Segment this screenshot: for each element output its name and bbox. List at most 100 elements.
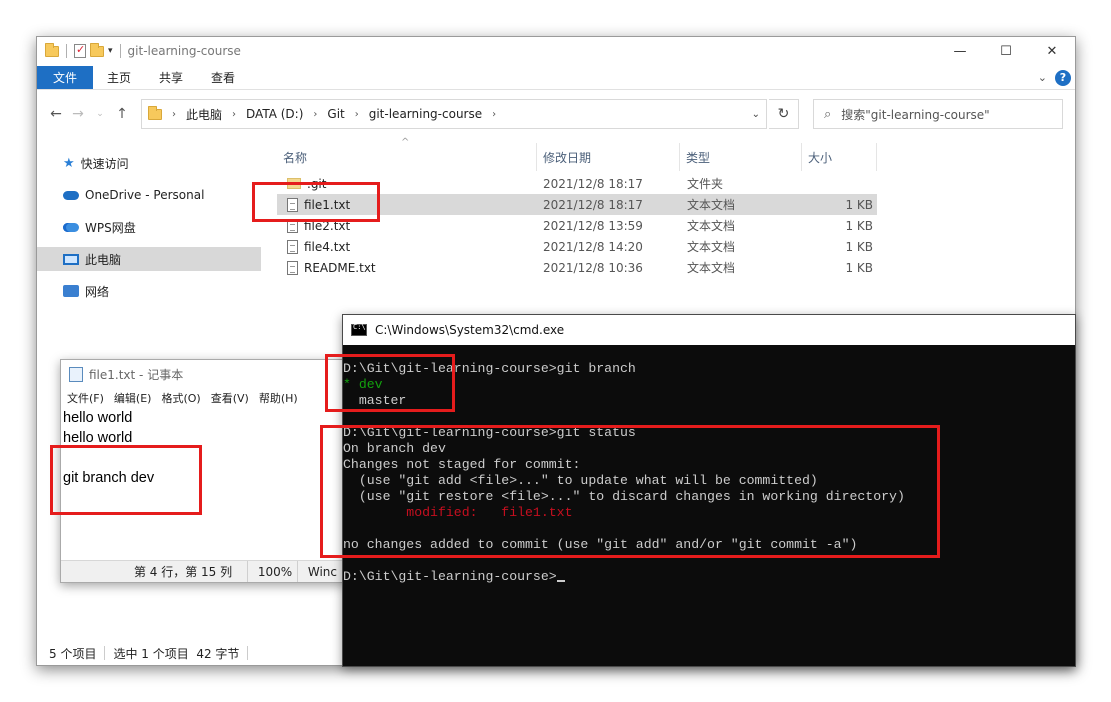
file-size: 1 KB [845, 260, 873, 275]
column-header-date[interactable]: 修改日期 [537, 143, 680, 171]
nav-item-quick-access[interactable]: ★ 快速访问 [37, 147, 265, 179]
file-row[interactable]: file4.txt 2021/12/8 14:20 文本文档 1 KB [277, 236, 877, 257]
close-button[interactable]: ✕ [1029, 37, 1075, 65]
nav-item-label: 此电脑 [85, 252, 122, 267]
expand-ribbon-icon[interactable]: ⌄ [1038, 71, 1047, 84]
nav-item-network[interactable]: 网络 [37, 275, 265, 307]
tab-file[interactable]: 文件 [37, 66, 94, 89]
recent-dropdown-icon[interactable]: ⌄ [89, 109, 111, 119]
file-date: 2021/12/8 13:59 [543, 218, 643, 233]
annotation-box-git-branch [325, 354, 455, 412]
search-icon: ⌕ [824, 106, 832, 122]
file-name-cell: file4.txt [287, 239, 351, 254]
navigation-bar: ← → ⌄ ↑ › 此电脑 › DATA (D:) › Git › git-le… [37, 99, 1075, 129]
file-type: 文本文档 [687, 198, 736, 212]
tab-home[interactable]: 主页 [93, 66, 145, 89]
annotation-box-file1 [252, 182, 380, 222]
annotation-box-notepad-text [50, 445, 202, 515]
file-name: file4.txt [304, 239, 351, 254]
explorer-titlebar: ▾ git-learning-course — ☐ ✕ [37, 37, 1075, 65]
annotation-box-git-status [320, 425, 940, 558]
quick-access-toolbar: ▾ [37, 42, 124, 58]
new-folder-icon[interactable] [90, 42, 104, 57]
cloud-icon [63, 190, 79, 200]
file-name-cell: README.txt [287, 260, 376, 275]
window-title: git-learning-course [127, 44, 241, 58]
cmd-title: C:\Windows\System32\cmd.exe [375, 323, 565, 337]
column-header-name[interactable]: 名称 [277, 143, 537, 171]
network-icon [63, 285, 79, 297]
text-file-icon [287, 239, 298, 254]
breadcrumb-git[interactable]: Git [327, 107, 344, 121]
file-size: 1 KB [845, 239, 873, 254]
folder-icon [45, 42, 59, 57]
menu-edit[interactable]: 编辑(E) [114, 390, 152, 406]
text-cursor [556, 580, 565, 582]
window-controls: — ☐ ✕ [937, 37, 1075, 65]
menu-format[interactable]: 格式(O) [161, 390, 200, 406]
properties-icon[interactable] [74, 43, 86, 58]
ribbon-right: ⌄ ? [1038, 66, 1075, 89]
notepad-status-bar: 第 4 行，第 15 列 100% Winc [61, 560, 347, 582]
file-date: 2021/12/8 14:20 [543, 239, 643, 254]
search-placeholder: 搜索"git-learning-course" [841, 107, 990, 122]
prompt-text: D:\Git\git-learning-course> [343, 569, 557, 584]
search-box[interactable]: ⌕ 搜索"git-learning-course" [813, 99, 1063, 129]
up-arrow-icon[interactable]: ↑ [111, 106, 133, 122]
breadcrumb-this-pc[interactable]: 此电脑 [186, 106, 222, 123]
nav-item-this-pc[interactable]: 此电脑 [37, 247, 261, 271]
menu-help[interactable]: 帮助(H) [259, 390, 298, 406]
nav-item-label: 网络 [85, 284, 110, 299]
menu-view[interactable]: 查看(V) [211, 390, 249, 406]
nav-item-onedrive[interactable]: OneDrive - Personal [37, 179, 265, 211]
file-date: 2021/12/8 18:17 [543, 197, 643, 212]
chevron-right-icon[interactable]: › [313, 109, 317, 120]
menu-file[interactable]: 文件(F) [67, 390, 104, 406]
tab-share[interactable]: 共享 [145, 66, 197, 89]
cmd-titlebar: C:\Windows\System32\cmd.exe [343, 315, 1075, 345]
customize-dropdown-icon[interactable]: ▾ [108, 46, 113, 56]
nav-item-label: 快速访问 [80, 156, 129, 171]
file-type: 文本文档 [687, 261, 736, 275]
folder-icon [148, 105, 162, 120]
status-bar: 5 个项目 选中 1 个项目 42 字节 [37, 641, 345, 665]
zoom-level: 100% [248, 560, 298, 582]
divider [66, 44, 67, 58]
chevron-right-icon[interactable]: › [355, 109, 359, 120]
minimize-button[interactable]: — [937, 37, 983, 65]
nav-item-label: WPS网盘 [85, 220, 136, 235]
column-header-size[interactable]: 大小 [802, 143, 877, 171]
maximize-button[interactable]: ☐ [983, 37, 1029, 65]
status-spacer [61, 561, 124, 583]
file-date: 2021/12/8 10:36 [543, 260, 643, 275]
nav-item-wps-drive[interactable]: WPS网盘 [37, 211, 265, 243]
file-size: 1 KB [845, 197, 873, 212]
file-name: README.txt [304, 260, 376, 275]
help-icon[interactable]: ? [1055, 69, 1071, 86]
breadcrumb-git-learning-course[interactable]: git-learning-course [369, 107, 482, 121]
chevron-right-icon[interactable]: › [232, 109, 236, 120]
column-header-type[interactable]: 类型 [680, 143, 802, 171]
chevron-right-icon[interactable]: › [172, 109, 176, 120]
file-type: 文本文档 [687, 219, 736, 233]
chevron-right-icon[interactable]: › [492, 109, 496, 120]
address-bar[interactable]: › 此电脑 › DATA (D:) › Git › git-learning-c… [141, 99, 767, 129]
file-row[interactable]: README.txt 2021/12/8 10:36 文本文档 1 KB [277, 257, 877, 278]
line-ending: Winc [307, 564, 337, 579]
refresh-icon: ↻ [777, 106, 790, 122]
breadcrumb-data-drive[interactable]: DATA (D:) [246, 107, 303, 121]
divider [119, 44, 121, 58]
tab-view[interactable]: 查看 [197, 66, 249, 89]
wps-cloud-icon [63, 222, 79, 232]
file-size: 1 KB [845, 218, 873, 233]
selection-info: 选中 1 个项目 42 字节 [113, 646, 240, 661]
file-type: 文件夹 [687, 177, 724, 191]
divider [104, 646, 106, 660]
star-icon: ★ [63, 155, 75, 171]
file-date: 2021/12/8 18:17 [543, 176, 643, 191]
back-arrow-icon[interactable]: ← [45, 106, 67, 122]
refresh-button[interactable]: ↻ [769, 99, 799, 129]
notepad-titlebar: file1.txt - 记事本 [61, 360, 347, 388]
forward-arrow-icon[interactable]: → [67, 106, 89, 122]
address-dropdown-icon[interactable]: ⌄ [752, 109, 760, 120]
